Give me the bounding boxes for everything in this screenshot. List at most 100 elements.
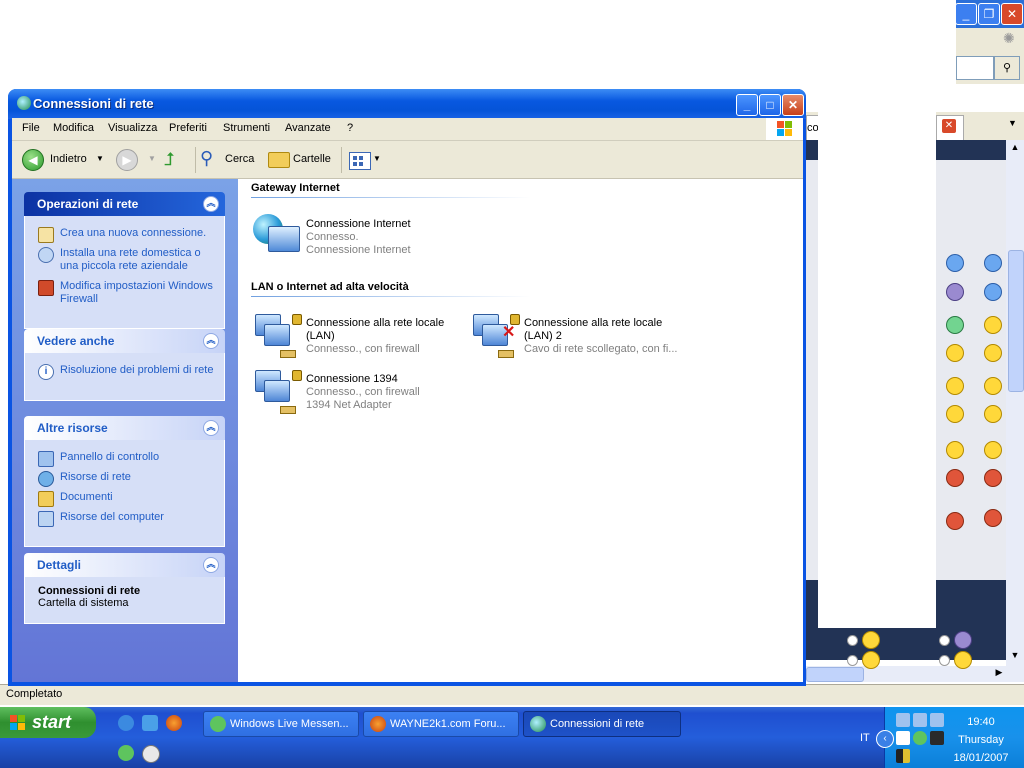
back-dropdown-chevron-icon[interactable]: ▼	[96, 147, 104, 171]
back-arrow-icon[interactable]: ◀	[22, 149, 44, 171]
documents-link[interactable]: Documenti	[38, 491, 214, 507]
background-restore-button[interactable]: ❐	[978, 3, 1000, 25]
start-button[interactable]: start	[0, 707, 96, 738]
scroll-up-icon[interactable]: ▲	[1008, 142, 1022, 156]
collapse-chevron-icon[interactable]: ︽	[203, 420, 219, 436]
emoticon-icon[interactable]	[862, 631, 880, 649]
background-minimize-button[interactable]: _	[955, 3, 977, 25]
background-vertical-scrollbar[interactable]	[1006, 140, 1024, 666]
emoticon-icon[interactable]	[984, 377, 1002, 395]
forward-dropdown-chevron-icon[interactable]: ▼	[148, 147, 156, 171]
network-tray-icon[interactable]	[913, 713, 927, 727]
tab-menu-chevron-icon[interactable]: ▼	[1008, 118, 1020, 134]
my-computer-link[interactable]: Risorse del computer	[38, 511, 214, 527]
menu-favorites[interactable]: Preferiti	[169, 122, 207, 134]
internet-connection-item[interactable]: Connessione Internet Connesso. Connessio…	[306, 218, 411, 257]
emoticon-icon[interactable]	[954, 651, 972, 669]
search-icon[interactable]: ⚲	[200, 147, 222, 169]
see-also-header[interactable]: Vedere anche ︽	[24, 329, 225, 353]
details-header[interactable]: Dettagli ︽	[24, 553, 225, 577]
up-folder-icon[interactable]: ⮥	[164, 149, 184, 169]
lan2-connection-item[interactable]: Connessione alla rete locale (LAN) 2 Cav…	[524, 317, 677, 356]
other-places-header[interactable]: Altre risorse ︽	[24, 416, 225, 440]
background-search-input[interactable]	[956, 56, 994, 80]
emoticon-icon[interactable]	[862, 651, 880, 669]
emoticon-icon[interactable]	[984, 316, 1002, 334]
emoticon-icon[interactable]	[946, 344, 964, 362]
emoticon-icon[interactable]	[984, 441, 1002, 459]
background-vertical-scroll-thumb[interactable]	[1008, 250, 1024, 392]
emoticon-icon[interactable]	[946, 316, 964, 334]
create-connection-link[interactable]: Crea una nuova connessione.	[38, 227, 214, 243]
close-button[interactable]: ✕	[782, 94, 804, 116]
tray-app-icon[interactable]	[930, 731, 944, 745]
views-dropdown-chevron-icon[interactable]: ▼	[373, 147, 381, 171]
firewire-connection-item[interactable]: Connessione 1394 Connesso., con firewall…	[306, 373, 420, 412]
views-icon[interactable]	[349, 152, 371, 170]
internet-explorer-icon[interactable]	[118, 715, 134, 731]
menu-edit[interactable]: Modifica	[53, 122, 94, 134]
messenger-icon[interactable]	[118, 745, 134, 761]
control-panel-link[interactable]: Pannello di controllo	[38, 451, 214, 467]
network-tray-icon[interactable]	[896, 713, 910, 727]
menu-advanced[interactable]: Avanzate	[285, 122, 331, 134]
clock[interactable]: 19:40 Thursday 18/01/2007	[952, 713, 1010, 767]
emoticon-icon[interactable]	[946, 441, 964, 459]
radio-dot[interactable]	[847, 655, 858, 666]
network-tasks-header[interactable]: Operazioni di rete ︽	[24, 192, 225, 216]
lan-connection-item[interactable]: Connessione alla rete locale (LAN) Conne…	[306, 317, 444, 356]
tray-app-icon[interactable]	[896, 749, 910, 763]
tray-app-icon[interactable]	[896, 731, 910, 745]
network-disconnected-tray-icon[interactable]	[930, 713, 944, 727]
emoticon-icon[interactable]	[984, 469, 1002, 487]
firewall-settings-link[interactable]: Modifica impostazioni Windows Firewall	[38, 280, 214, 306]
taskbar-item-firefox[interactable]: WAYNE2k1.com Foru...	[363, 711, 519, 737]
emoticon-icon[interactable]	[984, 344, 1002, 362]
emoticon-icon[interactable]	[984, 405, 1002, 423]
menu-view[interactable]: Visualizza	[108, 122, 157, 134]
emoticon-icon[interactable]	[984, 509, 1002, 527]
emoticon-icon[interactable]	[946, 405, 964, 423]
menu-tools[interactable]: Strumenti	[223, 122, 270, 134]
radio-dot[interactable]	[939, 655, 950, 666]
emoticon-icon[interactable]	[946, 283, 964, 301]
emoticon-icon[interactable]	[984, 254, 1002, 272]
menu-file[interactable]: File	[22, 122, 40, 134]
forward-arrow-icon[interactable]: ▶	[116, 149, 138, 171]
minimize-button[interactable]: _	[736, 94, 758, 116]
emoticon-icon[interactable]	[946, 377, 964, 395]
folders-icon[interactable]	[268, 152, 290, 168]
show-hidden-icons-chevron-icon[interactable]: ‹	[876, 730, 894, 748]
background-close-button[interactable]: ✕	[1001, 3, 1023, 25]
scroll-right-icon[interactable]: ▶	[992, 667, 1006, 681]
language-indicator[interactable]: IT	[860, 732, 870, 744]
collapse-chevron-icon[interactable]: ︽	[203, 557, 219, 573]
radio-dot[interactable]	[939, 635, 950, 646]
show-desktop-icon[interactable]	[142, 715, 158, 731]
emoticon-icon[interactable]	[954, 631, 972, 649]
home-network-link[interactable]: Installa una rete domestica o una piccol…	[38, 247, 214, 273]
collapse-chevron-icon[interactable]: ︽	[203, 196, 219, 212]
emoticon-icon[interactable]	[984, 283, 1002, 301]
background-horizontal-scroll-thumb[interactable]	[806, 667, 864, 682]
firefox-icon[interactable]	[166, 715, 182, 731]
radio-dot[interactable]	[847, 635, 858, 646]
folders-button[interactable]: Cartelle	[293, 147, 331, 171]
network-places-link[interactable]: Risorse di rete	[38, 471, 214, 487]
messenger-tray-icon[interactable]	[913, 731, 927, 745]
collapse-chevron-icon[interactable]: ︽	[203, 333, 219, 349]
search-icon[interactable]: ⚲	[994, 56, 1020, 80]
emoticon-icon[interactable]	[946, 469, 964, 487]
maximize-button[interactable]: □	[759, 94, 781, 116]
emoticon-icon[interactable]	[946, 254, 964, 272]
menu-help[interactable]: ?	[347, 122, 353, 134]
media-player-icon[interactable]	[142, 745, 160, 763]
troubleshoot-link[interactable]: i Risoluzione dei problemi di rete	[38, 364, 214, 380]
close-tab-icon[interactable]: ✕	[942, 119, 956, 133]
back-button[interactable]: Indietro	[50, 147, 87, 171]
emoticon-icon[interactable]	[946, 512, 964, 530]
scroll-down-icon[interactable]: ▼	[1008, 650, 1022, 664]
search-button[interactable]: Cerca	[225, 147, 254, 171]
taskbar-item-messenger[interactable]: Windows Live Messen...	[203, 711, 359, 737]
taskbar-item-network-connections[interactable]: Connessioni di rete	[523, 711, 681, 737]
